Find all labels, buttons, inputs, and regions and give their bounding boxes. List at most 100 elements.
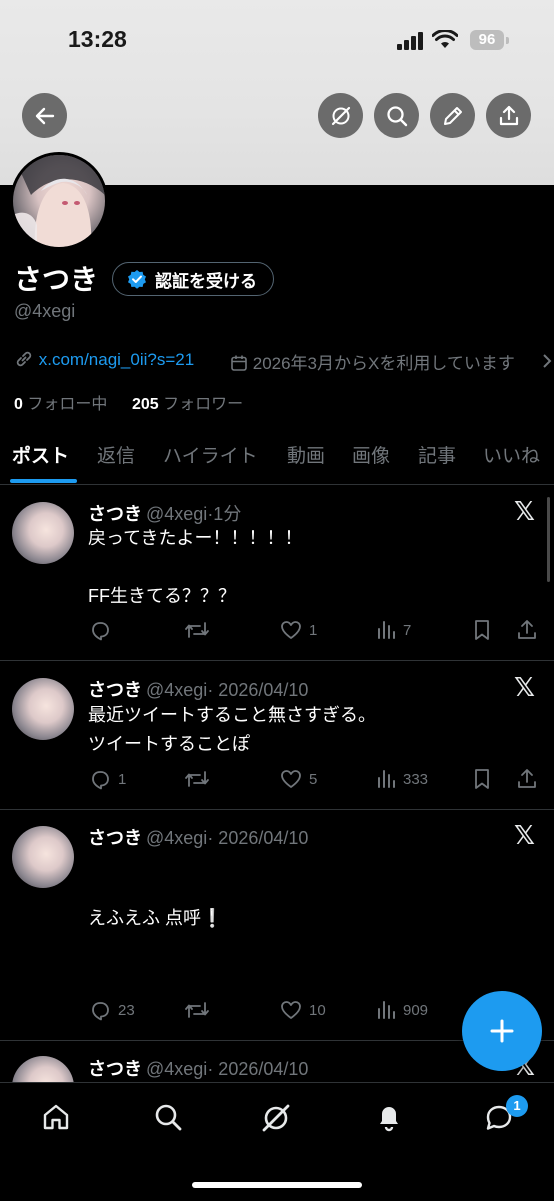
post-time: · 2026/04/10 bbox=[207, 828, 309, 848]
search-button[interactable] bbox=[374, 93, 419, 138]
verified-badge-icon bbox=[128, 270, 146, 289]
signal-icon bbox=[397, 32, 423, 50]
tab-images[interactable]: 画像 bbox=[352, 441, 390, 468]
grok-icon bbox=[331, 106, 350, 125]
tab-likes[interactable]: いいね bbox=[483, 441, 540, 468]
post-author-name[interactable]: さつき bbox=[88, 680, 142, 700]
views-count: 333 bbox=[403, 770, 429, 788]
battery-indicator: 96 bbox=[470, 30, 509, 50]
views-icon bbox=[378, 621, 395, 639]
profile-name: さつき bbox=[14, 264, 99, 295]
following-count[interactable]: 0 フォロー中 bbox=[14, 390, 107, 414]
repost-button[interactable] bbox=[184, 998, 216, 1022]
reply-button[interactable] bbox=[88, 618, 118, 642]
followers-count[interactable]: 205 フォロワー bbox=[132, 390, 243, 414]
back-arrow-icon bbox=[35, 107, 54, 124]
avatar-image bbox=[13, 155, 105, 247]
x-logo-icon: 𝕏 bbox=[514, 673, 535, 703]
bookmark-icon[interactable] bbox=[471, 767, 493, 791]
post-handle: @4xegi bbox=[146, 680, 208, 700]
views-button[interactable]: 909 bbox=[375, 998, 428, 1022]
post-time: · 2026/04/10 bbox=[207, 1059, 309, 1079]
repost-icon bbox=[185, 1002, 209, 1018]
tab-replies[interactable]: 返信 bbox=[97, 441, 135, 468]
post-divider bbox=[0, 809, 554, 810]
like-count: 1 bbox=[309, 621, 318, 639]
reply-icon bbox=[92, 771, 109, 790]
post-author-name[interactable]: さつき bbox=[88, 1059, 142, 1079]
post-author-name[interactable]: さつき bbox=[88, 504, 142, 524]
like-button[interactable]: 5 bbox=[279, 767, 317, 791]
like-button[interactable]: 1 bbox=[279, 618, 317, 642]
notification-badge: 1 bbox=[506, 1095, 528, 1117]
repost-button[interactable] bbox=[184, 767, 216, 791]
scrollbar[interactable] bbox=[547, 497, 550, 582]
like-button[interactable]: 10 bbox=[279, 998, 326, 1022]
tab-articles[interactable]: 記事 bbox=[418, 441, 456, 468]
home-icon[interactable] bbox=[40, 1101, 72, 1133]
chevron-right-icon bbox=[543, 354, 552, 368]
edit-profile-button[interactable] bbox=[430, 93, 475, 138]
post-text[interactable]: 最近ツイートすること無さすぎる。 ツイートすることぽ bbox=[88, 701, 376, 759]
post-text[interactable]: えふえふ 点呼❕ bbox=[88, 904, 223, 933]
calendar-icon bbox=[231, 355, 247, 371]
views-button[interactable]: 7 bbox=[375, 618, 411, 642]
repost-button[interactable] bbox=[184, 618, 216, 642]
active-tab-indicator bbox=[10, 479, 77, 483]
back-button[interactable] bbox=[22, 93, 67, 138]
followers-number: 205 bbox=[132, 396, 159, 413]
reply-count: 23 bbox=[118, 1001, 135, 1019]
bookmark-icon[interactable] bbox=[471, 618, 493, 642]
tab-highlights[interactable]: ハイライト bbox=[163, 441, 258, 468]
reply-icon bbox=[92, 622, 109, 641]
views-count: 909 bbox=[403, 1001, 429, 1019]
post-header: さつき @4xegi·1分 bbox=[88, 500, 241, 526]
tabs-divider bbox=[0, 484, 554, 485]
get-verified-label: 認証を受ける bbox=[155, 271, 257, 291]
post-avatar[interactable] bbox=[12, 826, 74, 888]
reply-button[interactable]: 1 bbox=[88, 767, 126, 791]
post-header: さつき @4xegi· 2026/04/10 bbox=[88, 676, 308, 702]
compose-button[interactable] bbox=[462, 991, 542, 1071]
bell-icon[interactable] bbox=[373, 1101, 405, 1133]
like-count: 10 bbox=[309, 1001, 326, 1019]
post-avatar[interactable] bbox=[12, 678, 74, 740]
joined-date-text: 2026年3月からXを利用しています bbox=[252, 354, 515, 373]
views-icon bbox=[378, 1001, 395, 1019]
grok-icon[interactable] bbox=[259, 1101, 293, 1135]
get-verified-button[interactable]: 認証を受ける bbox=[112, 262, 274, 296]
tab-posts[interactable]: ポスト bbox=[12, 441, 69, 468]
reply-icon bbox=[92, 1002, 109, 1021]
following-number: 0 bbox=[14, 396, 23, 413]
plus-icon bbox=[490, 1019, 514, 1043]
share-button[interactable] bbox=[486, 93, 531, 138]
following-label: フォロー中 bbox=[27, 396, 108, 413]
post-time: · 2026/04/10 bbox=[207, 680, 309, 700]
tab-videos[interactable]: 動画 bbox=[287, 441, 325, 468]
post-author-name[interactable]: さつき bbox=[88, 828, 142, 848]
x-logo-icon: 𝕏 bbox=[514, 497, 535, 527]
views-button[interactable]: 333 bbox=[375, 767, 428, 791]
status-time: 13:28 bbox=[68, 26, 127, 52]
profile-link-text[interactable]: x.com/nagi_0ii?s=21 bbox=[39, 350, 194, 369]
post-text[interactable]: 戻ってきたよー！！！！！ FF生きてる？？？ bbox=[88, 524, 303, 611]
status-bar: 13:28 96 bbox=[0, 0, 554, 80]
search-icon[interactable] bbox=[152, 1101, 184, 1133]
repost-icon bbox=[185, 622, 209, 638]
post-header: さつき @4xegi· 2026/04/10 bbox=[88, 824, 308, 850]
heart-icon bbox=[281, 621, 301, 639]
link-icon bbox=[16, 351, 32, 367]
profile-link[interactable]: x.com/nagi_0ii?s=21 bbox=[14, 349, 194, 370]
post-time: ·1分 bbox=[207, 504, 242, 524]
post-handle: @4xegi bbox=[146, 828, 208, 848]
profile-avatar[interactable] bbox=[10, 152, 108, 250]
post-header: さつき @4xegi· 2026/04/10 bbox=[88, 1055, 308, 1081]
share-icon[interactable] bbox=[516, 618, 538, 642]
views-icon bbox=[378, 770, 395, 788]
post-avatar[interactable] bbox=[12, 502, 74, 564]
share-icon[interactable] bbox=[516, 767, 538, 791]
reply-button[interactable]: 23 bbox=[88, 998, 135, 1022]
joined-date: 2026年3月からXを利用しています bbox=[230, 349, 515, 374]
wifi-icon bbox=[432, 30, 458, 48]
grok-button[interactable] bbox=[318, 93, 363, 138]
